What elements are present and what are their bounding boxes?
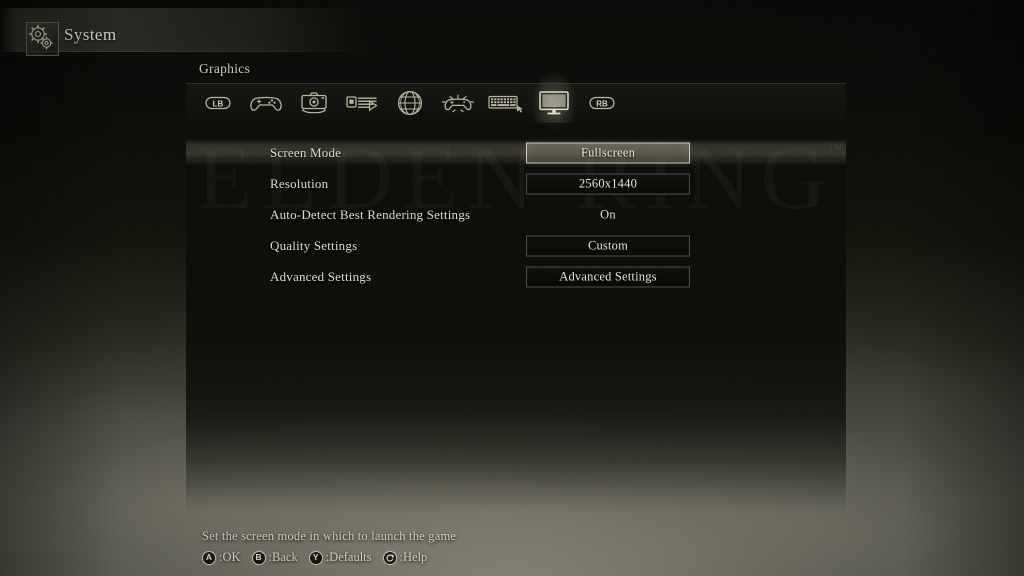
setting-row-auto-detect[interactable]: Auto-Detect Best Rendering Settings On (186, 201, 846, 228)
gamepad-icon (250, 96, 282, 111)
setting-row-advanced-settings[interactable]: Advanced Settings Advanced Settings (186, 263, 846, 290)
prompt-label: :Defaults (325, 550, 372, 564)
tab-rb-bumper[interactable]: RB (578, 83, 626, 123)
setting-label: Advanced Settings (270, 268, 372, 284)
setting-value-text: 2560x1440 (578, 176, 638, 190)
setting-label: Screen Mode (270, 144, 342, 160)
help-button-icon (382, 550, 397, 565)
footer: Set the screen mode in which to launch t… (202, 529, 902, 565)
subtitles-icon (346, 96, 378, 112)
a-button-icon: A (202, 550, 216, 565)
setting-row-resolution[interactable]: Resolution 2560x1440 (186, 170, 846, 197)
game-settings-screen: System Graphics LB RB Screen Mode Fullsc… (0, 0, 1024, 576)
button-prompts: A :OK B :Back Y :Defaults :Help (202, 550, 902, 565)
keyboard-icon (488, 95, 523, 113)
setting-value-auto-detect[interactable]: On (526, 207, 690, 222)
b-button-icon: B (251, 550, 266, 565)
page-title: System (64, 25, 117, 44)
lb-button-icon: LB (205, 96, 231, 110)
svg-text:LB: LB (213, 99, 224, 108)
tab-controller[interactable] (242, 83, 290, 123)
setting-value-text: Fullscreen (580, 145, 636, 159)
tab-controller-bindings[interactable] (434, 83, 482, 123)
settings-list: Screen Mode Fullscreen Resolution 2560x1… (186, 139, 846, 290)
setting-label: Resolution (270, 175, 329, 191)
header-bar: System (0, 8, 390, 56)
camera-icon (301, 92, 327, 114)
rb-button-icon: RB (589, 96, 615, 110)
prompt-help[interactable]: :Help (382, 550, 428, 565)
setting-value-quality-settings[interactable]: Custom (526, 235, 690, 256)
setting-value-resolution[interactable]: 2560x1440 (526, 173, 690, 194)
svg-text:RB: RB (596, 99, 608, 108)
prompt-defaults[interactable]: Y :Defaults (308, 550, 372, 565)
tab-graphics[interactable] (522, 57, 586, 153)
tab-subtitles[interactable] (338, 83, 386, 123)
setting-label: Auto-Detect Best Rendering Settings (270, 206, 471, 222)
category-label: Graphics (199, 61, 251, 76)
tab-camera[interactable] (290, 83, 338, 123)
prompt-label: :Back (268, 550, 298, 564)
tab-keyboard[interactable] (482, 83, 530, 123)
monitor-icon (539, 91, 569, 115)
prompt-label: :OK (219, 550, 241, 564)
tab-lb-bumper[interactable]: LB (194, 83, 242, 123)
setting-description: Set the screen mode in which to launch t… (202, 529, 457, 543)
y-button-icon: Y (308, 550, 323, 565)
prompt-label: :Help (399, 550, 428, 564)
tab-network[interactable] (386, 83, 434, 123)
gamepad-bindings-icon (441, 94, 475, 113)
setting-value-text: Custom (587, 238, 629, 252)
gears-icon (26, 22, 59, 56)
prompt-ok[interactable]: A :OK (202, 550, 241, 565)
tab-bar: LB RB (186, 57, 846, 153)
setting-value-screen-mode[interactable]: Fullscreen (526, 142, 690, 163)
globe-icon (397, 90, 423, 116)
setting-label: Quality Settings (270, 237, 358, 253)
setting-value-advanced-settings[interactable]: Advanced Settings (526, 266, 690, 287)
setting-value-text: Advanced Settings (559, 269, 657, 283)
setting-row-screen-mode[interactable]: Screen Mode Fullscreen (186, 139, 846, 166)
setting-row-quality-settings[interactable]: Quality Settings Custom (186, 232, 846, 259)
prompt-back[interactable]: B :Back (251, 550, 298, 565)
